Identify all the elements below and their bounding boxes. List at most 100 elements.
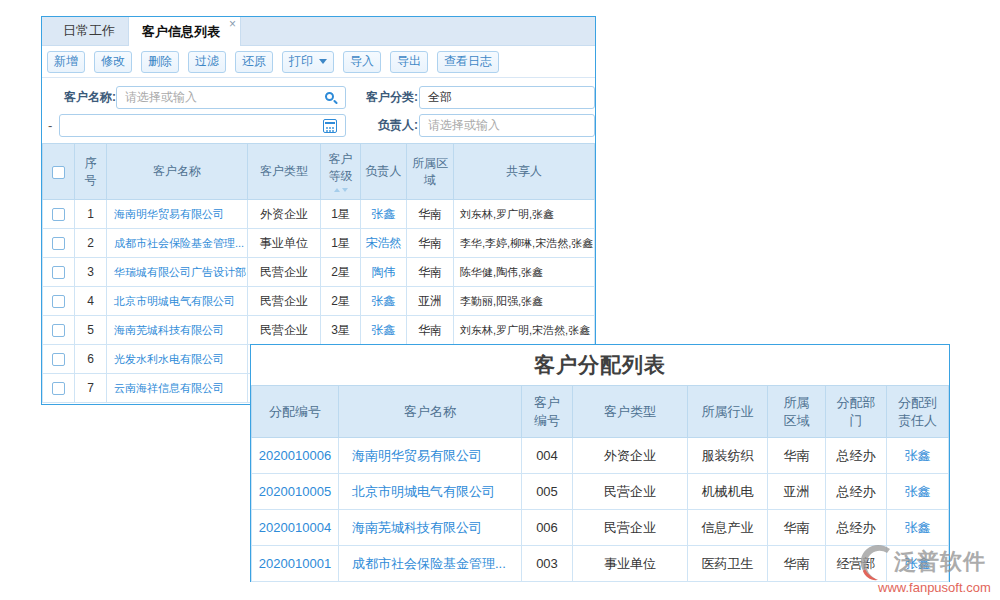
customer-name-link[interactable]: 北京市明城电气有限公司 xyxy=(339,474,522,510)
search-icon[interactable] xyxy=(325,92,334,101)
toolbar-button-import[interactable]: 导入 xyxy=(343,51,381,73)
customer-name-link[interactable]: 海南明华贸易有限公司 xyxy=(107,200,248,229)
region-cell: 华南 xyxy=(407,258,454,287)
tab-bar: 日常工作 客户信息列表 xyxy=(42,17,595,46)
customer-name-link[interactable]: 成都市社会保险基金管理... xyxy=(107,229,248,258)
sort-icon[interactable] xyxy=(325,188,356,192)
select-all-checkbox[interactable] xyxy=(52,166,65,179)
row-checkbox[interactable] xyxy=(52,295,65,308)
customer-category-label: 客户分类: xyxy=(366,86,418,109)
col-customer-level[interactable]: 客户等级 xyxy=(321,144,361,200)
owner-label: 负责人: xyxy=(378,114,418,137)
customer-name-link[interactable]: 成都市社会保险基金管理... xyxy=(339,546,522,582)
toolbar-button-modify[interactable]: 修改 xyxy=(94,51,132,73)
customer-type-cell: 外资企业 xyxy=(573,438,688,474)
customer-category-select[interactable]: 全部 xyxy=(419,86,595,109)
toolbar-button-print[interactable]: 打印 xyxy=(282,51,334,73)
dropdown-caret-icon xyxy=(319,59,327,64)
customer-code-cell: 005 xyxy=(522,474,573,510)
owner-link[interactable]: 陶伟 xyxy=(361,258,407,287)
owner-link[interactable]: 张鑫 xyxy=(361,287,407,316)
shared-people-cell: 陈华健,陶伟,张鑫 xyxy=(454,258,595,287)
toolbar-button-export[interactable]: 导出 xyxy=(390,51,428,73)
customer-name-link[interactable]: 北京市明城电气有限公司 xyxy=(107,287,248,316)
customer-type-cell: 外资企业 xyxy=(248,200,321,229)
row-checkbox[interactable] xyxy=(52,382,65,395)
customer-level-cell: 3星 xyxy=(321,316,361,345)
customer-code-cell: 006 xyxy=(522,510,573,546)
customer-name-link[interactable]: 海南芜城科技有限公司 xyxy=(339,510,522,546)
owner-link[interactable]: 张鑫 xyxy=(361,200,407,229)
toolbar-button-filter[interactable]: 过滤 xyxy=(188,51,226,73)
assignee-link[interactable]: 张鑫 xyxy=(887,474,949,510)
col-region: 所属区域 xyxy=(768,386,826,438)
owner-link[interactable]: 宋浩然 xyxy=(361,229,407,258)
tab-customer-info-list[interactable]: 客户信息列表 xyxy=(128,17,241,46)
table-row: 3华瑞城有限公司广告设计部民营企业2星陶伟华南陈华健,陶伟,张鑫 xyxy=(43,258,595,287)
col-owner: 负责人 xyxy=(361,144,407,200)
col-customer-name: 客户名称 xyxy=(339,386,522,438)
allocation-id-link[interactable]: 2020010005 xyxy=(252,474,339,510)
customer-name-link[interactable]: 光发水利水电有限公司 xyxy=(107,345,248,374)
toolbar-button-view-log[interactable]: 查看日志 xyxy=(437,51,499,73)
row-index: 4 xyxy=(75,287,107,316)
row-checkbox[interactable] xyxy=(52,237,65,250)
date-input[interactable] xyxy=(59,114,346,137)
allocation-id-link[interactable]: 2020010004 xyxy=(252,510,339,546)
allocation-dept-cell: 总经办 xyxy=(826,510,887,546)
allocation-panel-title: 客户分配列表 xyxy=(251,345,949,385)
table-row: 2020010005北京市明城电气有限公司005民营企业机械机电亚洲总经办张鑫 xyxy=(252,474,949,510)
col-customer-code: 客户编号 xyxy=(522,386,573,438)
customer-type-cell: 民营企业 xyxy=(248,287,321,316)
toolbar: 新增修改删除过滤还原打印导入导出查看日志 xyxy=(42,46,595,78)
customer-code-cell: 004 xyxy=(522,438,573,474)
tab-label: 客户信息列表 xyxy=(142,23,220,41)
assignee-link[interactable]: 张鑫 xyxy=(887,438,949,474)
toolbar-button-add[interactable]: 新增 xyxy=(47,51,85,73)
col-shared: 共享人 xyxy=(454,144,595,200)
table-row: 2020010001成都市社会保险基金管理...003事业单位医药卫生华南经营部… xyxy=(252,546,949,582)
row-index: 3 xyxy=(75,258,107,287)
customer-type-cell: 事业单位 xyxy=(573,546,688,582)
col-region: 所属区域 xyxy=(407,144,454,200)
industry-cell: 服装纺织 xyxy=(688,438,768,474)
assignee-link[interactable]: 张鑫 xyxy=(887,510,949,546)
owner-input[interactable]: 请选择或输入 xyxy=(419,114,595,137)
customer-name-input[interactable]: 请选择或输入 xyxy=(116,86,346,109)
row-checkbox[interactable] xyxy=(52,353,65,366)
region-cell: 华南 xyxy=(407,316,454,345)
col-industry: 所属行业 xyxy=(688,386,768,438)
row-checkbox[interactable] xyxy=(52,324,65,337)
brand-watermark: 泛普软件 www.fanpusoft.com xyxy=(858,542,991,595)
col-customer-name: 客户名称 xyxy=(107,144,248,200)
row-index: 7 xyxy=(75,374,107,403)
region-cell: 华南 xyxy=(768,510,826,546)
customer-name-link[interactable]: 云南海祥信息有限公司 xyxy=(107,374,248,403)
toolbar-button-restore[interactable]: 还原 xyxy=(235,51,273,73)
col-index: 序号 xyxy=(75,144,107,200)
customer-name-link[interactable]: 海南芜城科技有限公司 xyxy=(107,316,248,345)
brand-url: www.fanpusoft.com xyxy=(878,580,991,595)
customer-name-link[interactable]: 华瑞城有限公司广告设计部 xyxy=(107,258,248,287)
allocation-id-link[interactable]: 2020010001 xyxy=(252,546,339,582)
toolbar-button-delete[interactable]: 删除 xyxy=(141,51,179,73)
row-index: 1 xyxy=(75,200,107,229)
customer-level-cell: 1星 xyxy=(321,200,361,229)
tab-daily-work[interactable]: 日常工作 xyxy=(50,17,128,45)
customer-name-link[interactable]: 海南明华贸易有限公司 xyxy=(339,438,522,474)
brand-name: 泛普软件 xyxy=(894,547,986,577)
table-row: 2020010006海南明华贸易有限公司004外资企业服装纺织华南总经办张鑫 xyxy=(252,438,949,474)
tab-close-icon[interactable] xyxy=(229,18,236,30)
region-cell: 亚洲 xyxy=(407,287,454,316)
placeholder: 请选择或输入 xyxy=(428,118,500,132)
calendar-icon[interactable] xyxy=(323,119,337,133)
allocation-id-link[interactable]: 2020010006 xyxy=(252,438,339,474)
shared-people-cell: 李勤丽,阳强,张鑫 xyxy=(454,287,595,316)
region-cell: 华南 xyxy=(768,546,826,582)
row-index: 6 xyxy=(75,345,107,374)
toolbar-button-label: 还原 xyxy=(242,53,266,70)
industry-cell: 机械机电 xyxy=(688,474,768,510)
owner-link[interactable]: 张鑫 xyxy=(361,316,407,345)
row-checkbox[interactable] xyxy=(52,208,65,221)
row-checkbox[interactable] xyxy=(52,266,65,279)
